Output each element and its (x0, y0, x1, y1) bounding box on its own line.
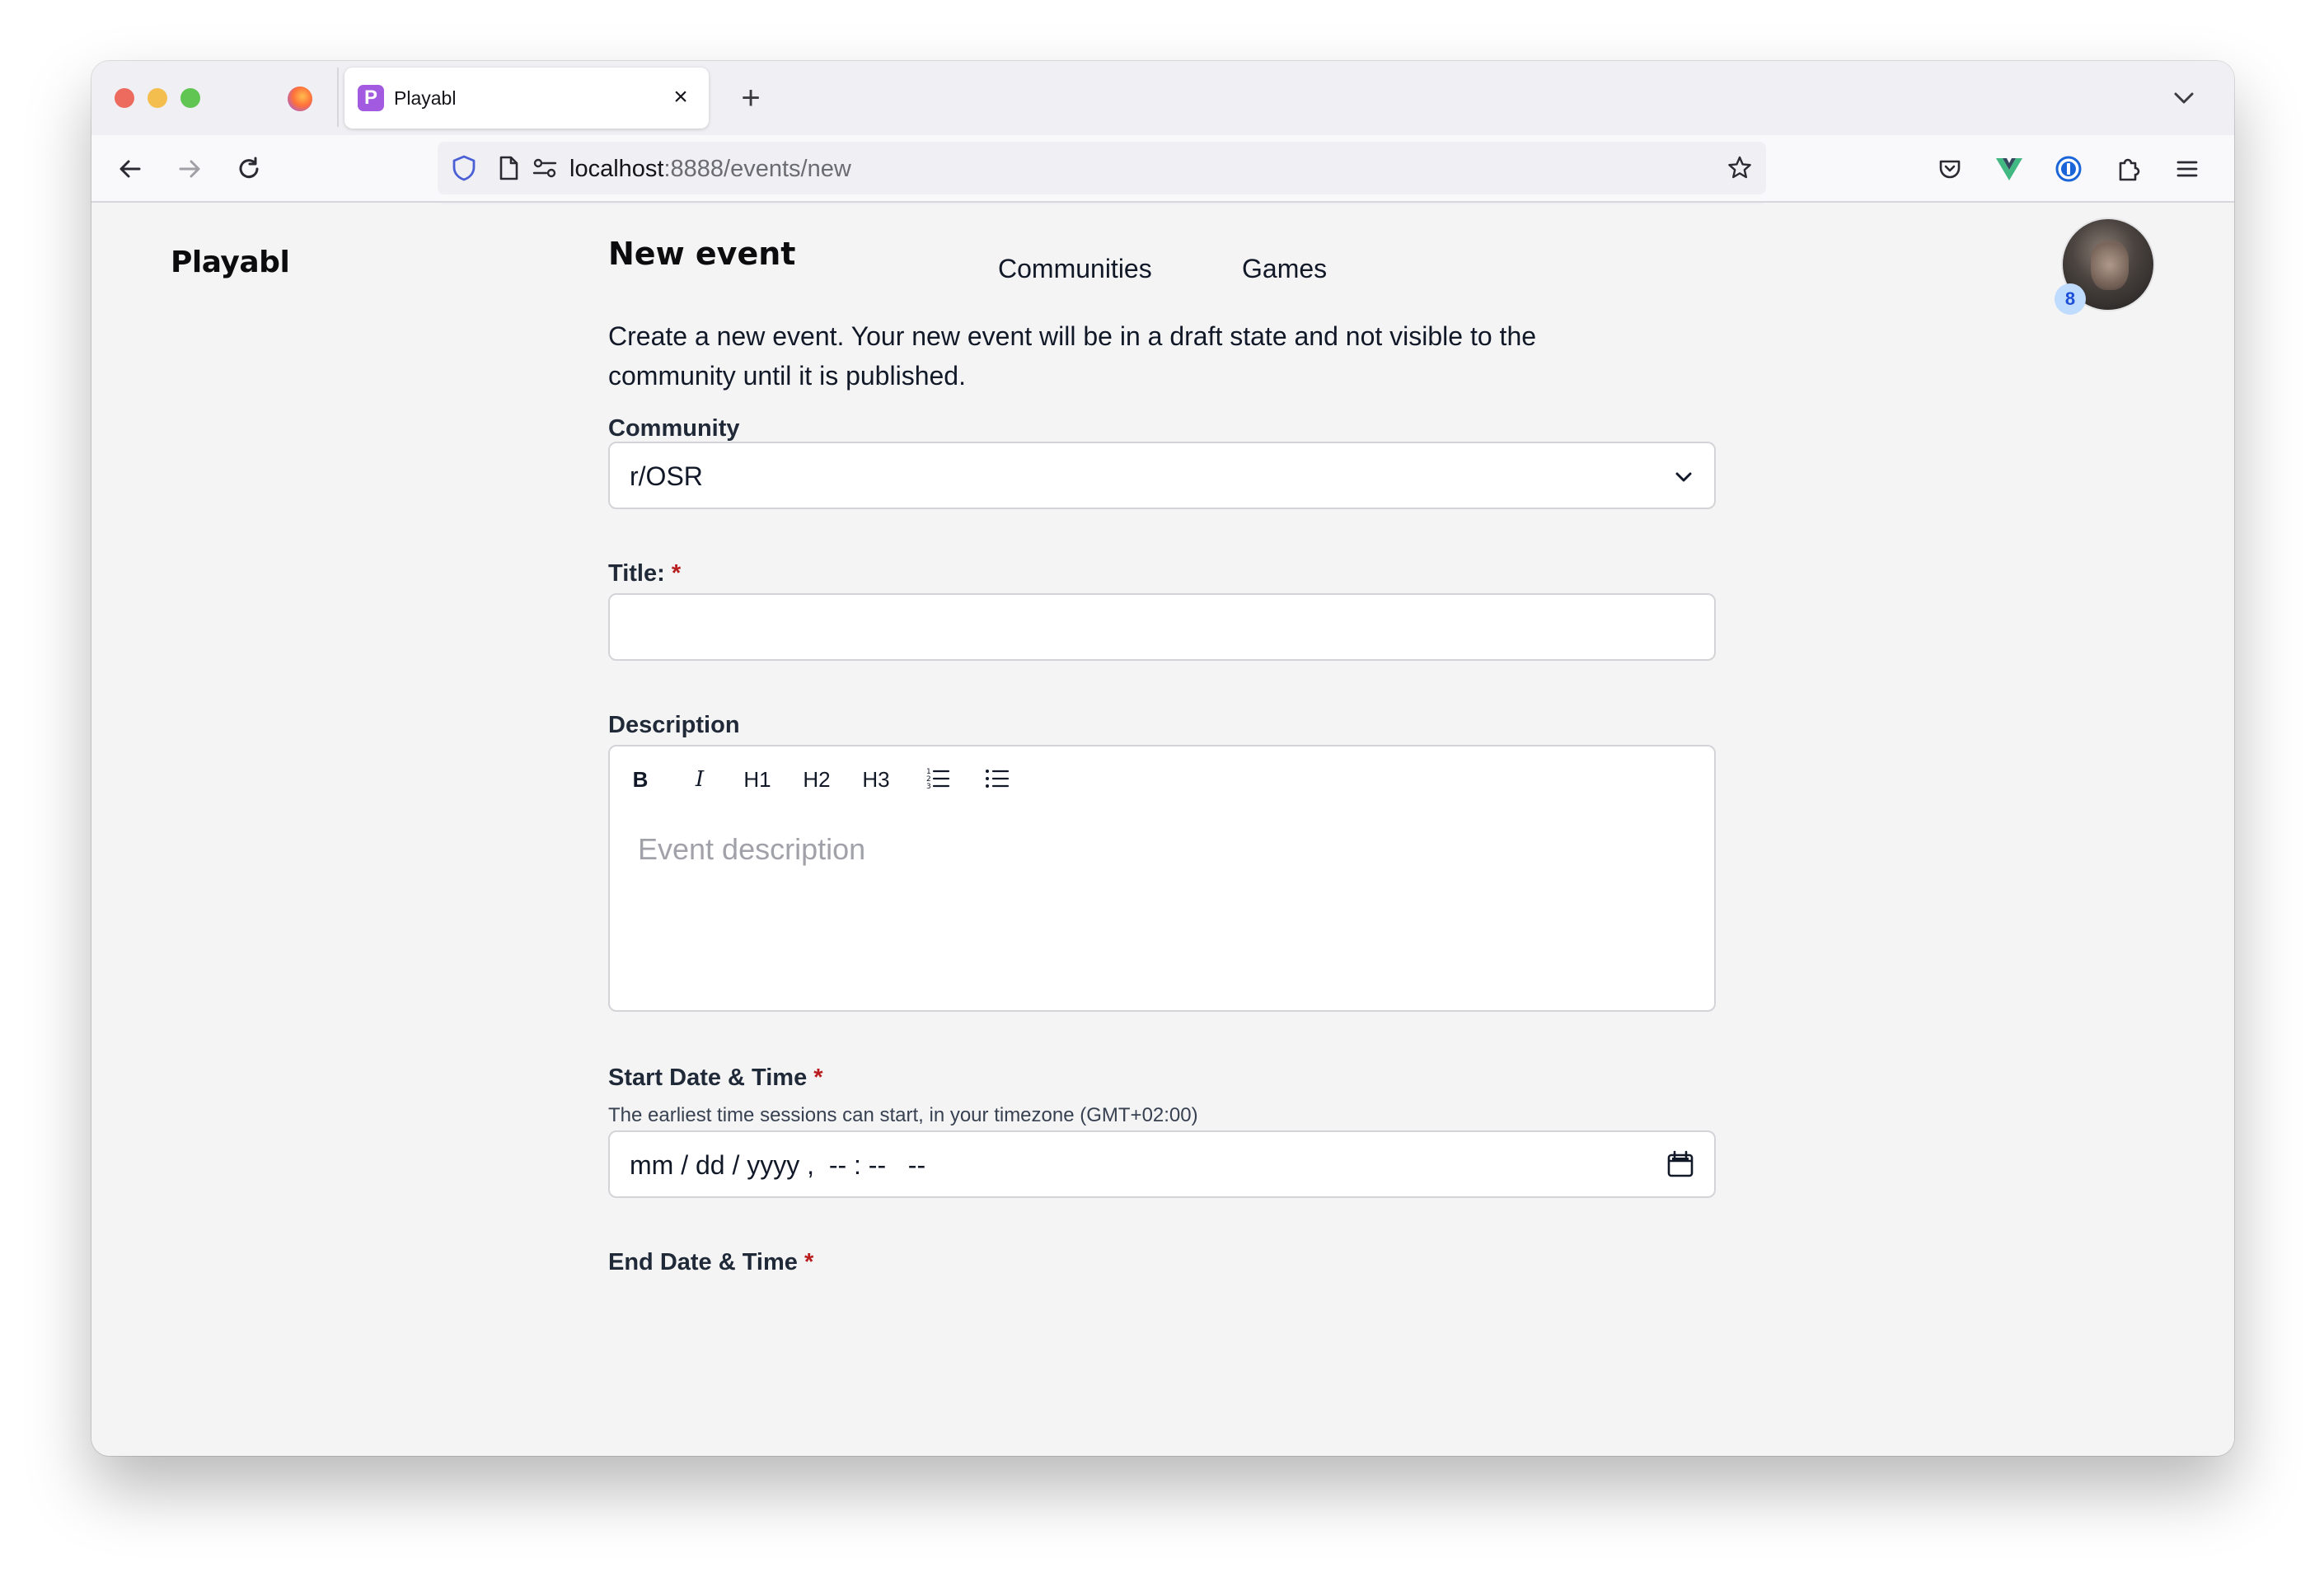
editor-toolbar: B I H1 H2 H3 123 (610, 746, 1714, 812)
1password-icon[interactable] (2050, 150, 2087, 188)
tab-bar: P Playabl × + (91, 61, 2234, 135)
zoom-window-button[interactable] (180, 88, 200, 108)
close-window-button[interactable] (115, 88, 134, 108)
notification-badge[interactable]: 8 (2055, 283, 2086, 315)
description-placeholder: Event description (638, 832, 866, 866)
page-icon[interactable] (494, 153, 523, 183)
page-content: Playabl Communities Games 8 New event Cr… (91, 204, 2234, 1456)
community-select-value: r/OSR (630, 461, 703, 491)
vue-devtools-icon[interactable] (1990, 150, 2028, 188)
svg-text:3: 3 (926, 783, 931, 791)
title-input[interactable] (608, 593, 1716, 661)
community-select[interactable]: r/OSR (608, 442, 1716, 509)
calendar-icon[interactable] (1665, 1149, 1696, 1180)
title-label: Title: * (608, 560, 681, 587)
page-title: New event (608, 236, 796, 272)
site-logo[interactable]: Playabl (171, 246, 290, 279)
heading-1-button[interactable]: H1 (738, 765, 776, 794)
description-editor[interactable]: B I H1 H2 H3 123 Event description (608, 745, 1716, 1012)
minimize-window-button[interactable] (148, 88, 167, 108)
arrow-right-icon[interactable] (171, 150, 209, 188)
required-mark: * (671, 560, 682, 587)
heading-3-button[interactable]: H3 (857, 765, 895, 794)
start-datetime-value: mm / dd / yyyy , -- : -- -- (630, 1150, 926, 1180)
bullet-list-icon[interactable] (982, 765, 1012, 794)
start-datetime-hint: The earliest time sessions can start, in… (608, 1104, 1198, 1126)
chevron-down-icon (1671, 465, 1696, 489)
end-datetime-label: End Date & Time * (608, 1249, 813, 1276)
firefox-icon[interactable] (288, 87, 312, 111)
puzzle-icon[interactable] (2109, 150, 2147, 188)
url-text[interactable]: localhost:8888/events/new (569, 156, 851, 183)
hamburger-menu-icon[interactable] (2168, 150, 2206, 188)
nav-link-communities[interactable]: Communities (998, 254, 1152, 284)
new-tab-button[interactable]: + (732, 79, 770, 117)
heading-2-button[interactable]: H2 (798, 765, 836, 794)
ordered-list-icon[interactable]: 123 (923, 765, 953, 794)
reload-icon[interactable] (230, 150, 268, 188)
end-label-text: End Date & Time (608, 1249, 798, 1275)
playabl-favicon-icon: P (358, 85, 384, 111)
url-path: :8888/events/new (663, 156, 851, 182)
bold-button[interactable]: B (626, 765, 654, 794)
url-host: localhost (569, 156, 664, 182)
tab-divider (337, 68, 339, 127)
start-datetime-label: Start Date & Time * (608, 1065, 823, 1092)
list-all-tabs-chevron-icon[interactable] (2165, 79, 2203, 117)
star-icon[interactable] (1725, 153, 1755, 183)
italic-button[interactable]: I (686, 765, 714, 794)
browser-window: P Playabl × + localhost:8888/events/new … (91, 61, 2234, 1456)
start-label-text: Start Date & Time (608, 1065, 808, 1091)
start-datetime-input[interactable]: mm / dd / yyyy , -- : -- -- (608, 1130, 1716, 1198)
close-tab-icon[interactable]: × (666, 82, 696, 112)
description-label: Description (608, 712, 740, 738)
tab-title: Playabl (394, 87, 457, 109)
title-label-text: Title: (608, 560, 665, 587)
arrow-left-icon[interactable] (111, 150, 149, 188)
required-mark: * (804, 1249, 814, 1275)
intro-text: Create a new event. Your new event will … (608, 321, 1537, 391)
pocket-icon[interactable] (1931, 150, 1969, 188)
nav-link-games[interactable]: Games (1242, 254, 1327, 284)
permissions-icon[interactable] (530, 153, 560, 183)
shield-icon[interactable] (449, 153, 479, 183)
community-label: Community (608, 415, 740, 442)
required-mark: * (813, 1065, 823, 1091)
address-bar[interactable]: localhost:8888/events/new (438, 142, 1766, 194)
browser-tab[interactable]: P Playabl × (344, 68, 709, 129)
